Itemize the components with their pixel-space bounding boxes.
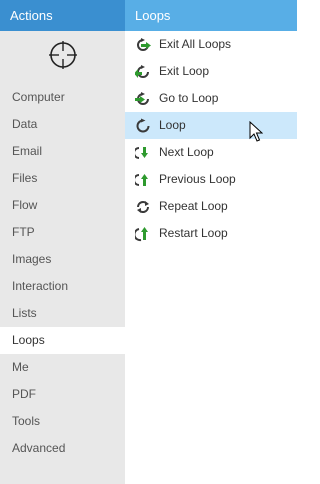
exit-all-loops-icon: [137, 38, 151, 51]
category-files[interactable]: Files: [0, 165, 125, 192]
category-me[interactable]: Me: [0, 354, 125, 381]
category-loops[interactable]: Loops: [0, 327, 125, 354]
category-email[interactable]: Email: [0, 138, 125, 165]
restart-loop-icon: [135, 227, 148, 242]
previous-loop-icon: [135, 174, 148, 186]
action-item-loop[interactable]: Loop: [125, 112, 297, 139]
repeat-loop-icon: [137, 201, 149, 213]
action-item-label: Next Loop: [159, 145, 214, 159]
crosshair-target-icon[interactable]: [48, 40, 78, 70]
action-item-next-loop[interactable]: Next Loop: [125, 139, 297, 166]
action-item-label: Restart Loop: [159, 226, 228, 240]
mouse-pointer-icon: [249, 121, 263, 142]
loop-icon: [136, 118, 150, 133]
action-item-label: Loop: [159, 118, 186, 132]
category-flow[interactable]: Flow: [0, 192, 125, 219]
action-item-exit-loop[interactable]: Exit Loop: [125, 58, 297, 85]
category-advanced[interactable]: Advanced: [0, 435, 125, 462]
actions-panel: Actions Computer Data Email Files Flow F…: [0, 0, 125, 484]
action-list: Exit All Loops Exit Loop Go to Loop Loop…: [125, 31, 297, 247]
action-item-label: Exit All Loops: [159, 37, 232, 51]
actions-header: Actions: [0, 0, 125, 31]
action-item-previous-loop[interactable]: Previous Loop: [125, 166, 297, 193]
category-tools[interactable]: Tools: [0, 408, 125, 435]
action-item-restart-loop[interactable]: Restart Loop: [125, 220, 297, 247]
category-images[interactable]: Images: [0, 246, 125, 273]
loops-header: Loops: [125, 0, 297, 31]
target-area[interactable]: [0, 31, 125, 79]
next-loop-icon: [135, 147, 148, 159]
category-pdf[interactable]: PDF: [0, 381, 125, 408]
exit-loop-icon: [135, 65, 149, 78]
category-lists[interactable]: Lists: [0, 300, 125, 327]
action-item-label: Previous Loop: [159, 172, 236, 186]
category-computer[interactable]: Computer: [0, 84, 125, 111]
action-item-label: Exit Loop: [159, 64, 210, 78]
action-item-label: Repeat Loop: [159, 199, 228, 213]
category-ftp[interactable]: FTP: [0, 219, 125, 246]
category-data[interactable]: Data: [0, 111, 125, 138]
action-item-go-to-loop[interactable]: Go to Loop: [125, 85, 297, 112]
action-item-label: Go to Loop: [159, 91, 219, 105]
action-item-repeat-loop[interactable]: Repeat Loop: [125, 193, 297, 220]
action-item-exit-all-loops[interactable]: Exit All Loops: [125, 31, 297, 58]
go-to-loop-icon: [135, 92, 149, 105]
category-interaction[interactable]: Interaction: [0, 273, 125, 300]
category-list: Computer Data Email Files Flow FTP Image…: [0, 84, 125, 462]
loops-panel: Loops Exit All Loops Exit Loop Go to Loo…: [125, 0, 297, 484]
